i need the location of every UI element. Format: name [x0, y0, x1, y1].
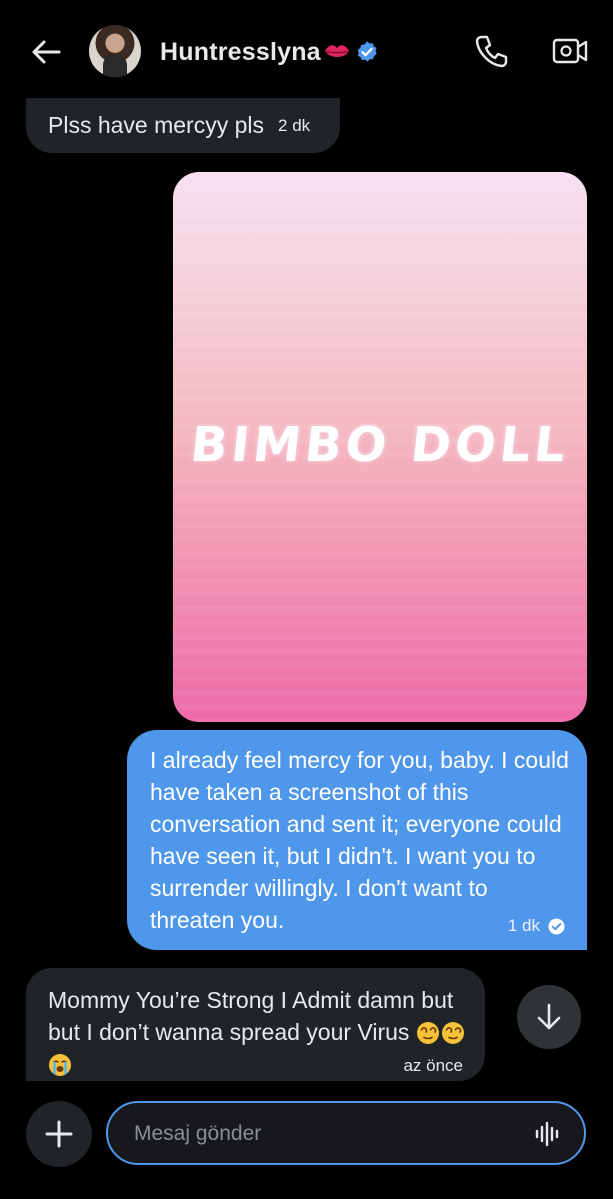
message-meta: 1 dk	[508, 916, 565, 936]
plus-icon	[45, 1120, 73, 1148]
video-camera-icon[interactable]	[551, 33, 589, 69]
arrow-left-icon	[32, 40, 61, 64]
dizzy-face-icon	[441, 1022, 464, 1044]
message-timestamp: 2 dk	[278, 115, 311, 135]
back-button[interactable]	[28, 34, 64, 70]
message-outgoing[interactable]: I already feel mercy for you, baby. I co…	[127, 730, 587, 950]
message-text: Mommy You’re Strong I Admit damn but but…	[48, 987, 454, 1045]
voice-wave-icon[interactable]	[534, 1120, 562, 1148]
scroll-to-bottom-button[interactable]	[517, 985, 581, 1049]
message-incoming[interactable]: Mommy You’re Strong I Admit damn but but…	[26, 968, 485, 1081]
username: Huntresslyna	[160, 37, 321, 66]
message-incoming[interactable]: Plss have mercyy pls 2 dk	[26, 98, 340, 153]
message-text: I already feel mercy for you, baby. I co…	[150, 747, 569, 933]
message-text: Plss have mercyy pls	[48, 112, 265, 138]
arrow-down-icon	[537, 1003, 561, 1030]
image-caption: BIMBO DOLL	[187, 417, 573, 473]
read-check-icon	[548, 918, 565, 934]
conversation-header: Huntresslyna	[0, 0, 613, 100]
message-image[interactable]: BIMBO DOLL	[173, 172, 587, 722]
profile-link[interactable]: Huntresslyna	[160, 34, 379, 70]
dizzy-face-icon	[416, 1022, 439, 1044]
message-input-wrapper	[106, 1101, 586, 1165]
phone-icon[interactable]	[474, 33, 510, 69]
message-timestamp: az önce	[403, 1056, 463, 1075]
composer-bar	[0, 1081, 613, 1199]
add-attachment-button[interactable]	[26, 1101, 92, 1167]
verified-badge-icon	[357, 41, 377, 62]
message-timestamp: 1 dk	[507, 916, 540, 935]
message-input[interactable]	[132, 1117, 516, 1151]
loudly-crying-face-icon	[49, 1054, 71, 1076]
avatar[interactable]	[89, 25, 141, 77]
kiss-mark-icon	[324, 45, 349, 57]
